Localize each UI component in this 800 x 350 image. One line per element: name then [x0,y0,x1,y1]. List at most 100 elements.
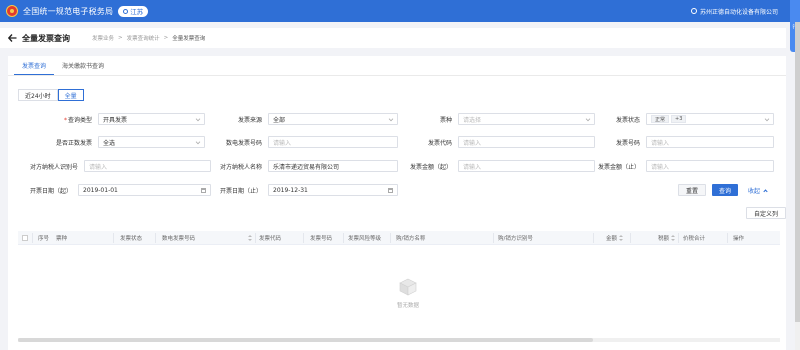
invoice-code-field: 发票代码 请输入 [396,136,595,148]
date-from-field: 开票日期（起） 2019-01-01 [16,184,211,196]
invoice-no-field: 发票号码 请输入 [584,136,774,148]
empty-state: 暂无数据 [388,276,428,309]
counter-tax-id-field: 对方纳税人识别号 请输入 [16,160,211,172]
query-tabs: 发票查询 海关缴款书查询 [8,56,786,76]
tab-customs-query[interactable]: 海关缴款书查询 [54,56,112,75]
digital-no-field: 数电发票号码 请输入 [206,136,398,148]
invoice-kind-label: 票种 [439,116,452,124]
status-tag[interactable]: 正常 [651,115,670,123]
select-all-checkbox[interactable] [22,231,28,245]
column-divider [630,233,631,243]
period-toggle: 近24小时 全量 [18,89,84,101]
breadcrumb-item[interactable]: 发票查询统计 [127,34,160,42]
amount-from-field: 发票金额（起） 请输入 [396,160,595,172]
column-divider [678,233,679,243]
breadcrumb-item[interactable]: 发票业务 [92,34,114,42]
is-positive-select[interactable]: 全选 [98,136,205,148]
column-divider [593,233,594,243]
back-arrow-icon[interactable] [8,33,18,43]
col-risk: 发票风险等级 [348,236,382,242]
collapse-label: 收起 [748,188,761,195]
is-positive-label: 是否正数发票 [55,139,92,147]
query-type-select[interactable]: 开具发票 [98,113,205,125]
region-label: 江苏 [130,8,144,16]
amount-to-label: 发票金额（止） [597,163,640,171]
column-divider [255,233,256,243]
invoice-status-label: 发票状态 [615,116,640,124]
scrollbar-thumb[interactable] [18,338,593,342]
empty-text: 暂无数据 [396,303,419,309]
col-amount[interactable]: 金额 [606,231,624,245]
scrollbar-thumb[interactable] [795,22,800,322]
date-to-label: 开票日期（止） [219,187,262,195]
invoice-source-select[interactable]: 全部 [268,113,398,125]
sort-icon[interactable] [619,235,624,241]
main-card: 发票查询 海关缴款书查询 近24小时 全量 *查询类型 开具发票 发票来源 全部… [8,56,786,350]
counter-tax-id-input[interactable]: 请输入 [84,160,211,172]
table-header: 序号 票种 发票状态 数电发票号码 发票代码 发票号码 发票风险等级 购/销方名… [18,231,780,245]
column-divider [727,233,728,243]
date-from-label: 开票日期（起） [29,187,72,195]
column-divider [155,233,156,243]
invoice-source-label: 发票来源 [237,116,262,124]
col-total: 价税合计 [683,236,706,242]
region-badge[interactable]: 江苏 [118,5,149,17]
col-action: 操作 [733,236,745,242]
col-party-name: 购/销方名称 [396,236,426,242]
col-number: 发票号码 [310,236,333,242]
digital-no-label: 数电发票号码 [225,139,262,147]
is-positive-field: 是否正数发票 全选 [36,136,205,148]
custom-columns-button[interactable]: 自定义列 [746,207,786,219]
period-all-button[interactable]: 全量 [57,89,84,101]
reset-button[interactable]: 重置 [678,184,707,196]
counter-name-input[interactable]: 乐清市递迈贸易有限公司 [268,160,398,172]
chevron-down-icon [388,116,394,122]
user-menu[interactable]: 苏州正德自动化设备有限公司 [690,0,778,22]
column-divider [32,233,33,243]
chevron-down-icon [195,139,201,145]
invoice-kind-select[interactable]: 请选择 [458,113,595,125]
digital-no-input[interactable]: 请输入 [268,136,398,148]
counter-name-label: 对方纳税人名称 [219,163,262,171]
amount-from-input[interactable]: 请输入 [458,160,595,172]
collapse-toggle[interactable]: 收起 [748,186,768,195]
col-code: 发票代码 [259,236,282,242]
col-tax[interactable]: 税额 [658,231,676,245]
amount-from-label: 发票金额（起） [409,163,452,171]
invoice-status-select[interactable]: 正常 +3 [646,113,774,125]
chevron-down-icon [195,116,201,122]
invoice-code-label: 发票代码 [427,139,452,147]
breadcrumb: 发票业务 > 发票查询统计 > 全量发票查询 [92,34,205,42]
query-type-field: *查询类型 开具发票 [36,113,205,125]
column-divider [113,233,114,243]
query-button[interactable]: 查询 [712,184,739,196]
column-divider [390,233,391,243]
period-24h-button[interactable]: 近24小时 [18,89,58,101]
counter-name-field: 对方纳税人名称 乐清市递迈贸易有限公司 [206,160,398,172]
col-digital-no[interactable]: 数电发票号码 [162,231,195,245]
col-status: 发票状态 [120,236,143,242]
chevron-down-icon [764,116,770,122]
amount-to-input[interactable]: 请输入 [646,160,774,172]
empty-box-icon [397,276,419,298]
column-divider [493,233,494,243]
location-icon [123,8,129,14]
invoice-no-input[interactable]: 请输入 [646,136,774,148]
sort-icon[interactable] [246,231,252,245]
breadcrumb-separator-icon: > [163,35,169,41]
horizontal-scrollbar[interactable] [18,338,780,342]
invoice-code-input[interactable]: 请输入 [458,136,595,148]
breadcrumb-bar: 全量发票查询 发票业务 > 发票查询统计 > 全量发票查询 [0,28,786,48]
date-to-picker[interactable]: 2019-12-31 [268,184,398,196]
date-from-picker[interactable]: 2019-01-01 [78,184,211,196]
column-divider [343,233,344,243]
tax-emblem-icon [6,5,18,17]
page-title: 全量发票查询 [22,33,70,43]
system-title: 全国统一规范电子税务局 [23,6,114,16]
vertical-scrollbar[interactable] [795,22,800,350]
counter-tax-id-label: 对方纳税人识别号 [29,163,78,171]
tab-invoice-query[interactable]: 发票查询 [14,56,55,75]
sort-icon[interactable] [671,235,676,241]
col-seq: 序号 [38,236,50,242]
status-more-tag: +3 [671,115,687,123]
